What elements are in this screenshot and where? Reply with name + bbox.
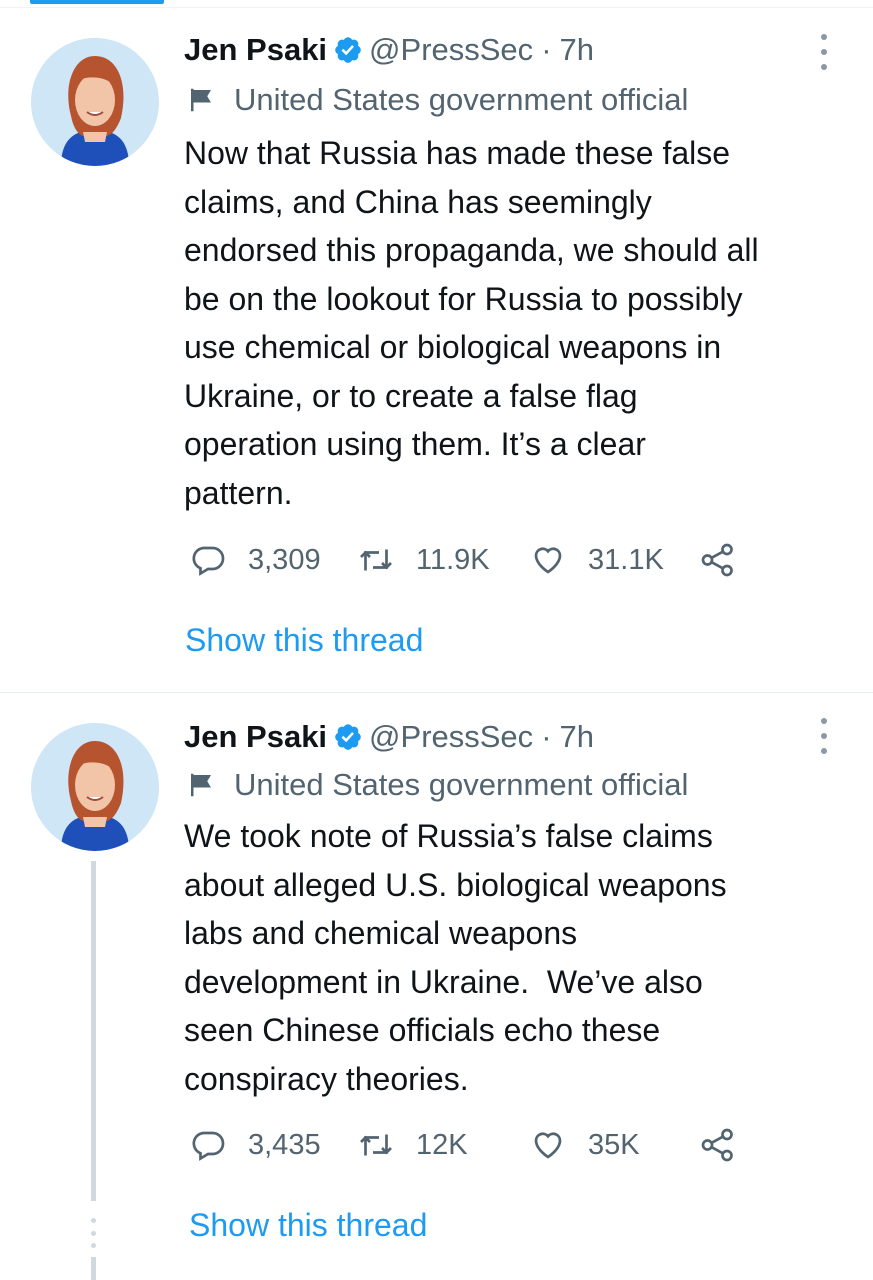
more-options-icon[interactable] xyxy=(815,34,833,70)
user-handle[interactable]: @PressSec xyxy=(369,32,533,68)
retweet-count: 11.9K xyxy=(416,543,490,576)
reply-button[interactable]: 3,309 xyxy=(190,540,321,580)
thread-connector-line xyxy=(91,861,96,1201)
show-thread-link[interactable]: Show this thread xyxy=(189,1207,427,1244)
avatar[interactable] xyxy=(31,723,159,851)
tweet-actions: 3,435 12K 35K xyxy=(190,1125,750,1165)
reply-button[interactable]: 3,435 xyxy=(190,1125,321,1165)
flag-icon xyxy=(191,88,211,112)
tweet[interactable]: Jen Psaki @PressSec · 7h United States g… xyxy=(0,693,873,1280)
verified-badge-icon xyxy=(333,722,363,752)
user-handle[interactable]: @PressSec xyxy=(369,719,533,755)
reply-count: 3,309 xyxy=(248,543,321,576)
more-options-icon[interactable] xyxy=(815,718,833,754)
tweet-text: Now that Russia has made these false cla… xyxy=(184,135,759,511)
reply-icon xyxy=(192,1131,225,1161)
display-name[interactable]: Jen Psaki xyxy=(184,719,327,755)
account-label: United States government official xyxy=(186,80,688,120)
like-button[interactable]: 35K xyxy=(530,1125,640,1165)
like-button[interactable]: 31.1K xyxy=(530,540,664,580)
separator: · xyxy=(541,32,552,67)
retweet-icon xyxy=(360,549,392,571)
retweet-icon xyxy=(360,1134,392,1156)
heart-icon xyxy=(534,547,562,574)
show-thread-link[interactable]: Show this thread xyxy=(185,622,423,659)
account-label-text: United States government official xyxy=(234,82,689,117)
verified-badge-icon xyxy=(333,35,363,65)
tweet-actions: 3,309 11.9K 31.1K xyxy=(190,540,750,580)
retweet-count: 12K xyxy=(416,1128,468,1161)
thread-gap-dots-icon xyxy=(89,1218,97,1248)
display-name[interactable]: Jen Psaki xyxy=(184,32,327,68)
share-icon xyxy=(701,1128,733,1162)
timestamp[interactable]: 7h xyxy=(560,32,594,68)
tweet-text: We took note of Russia’s false claims ab… xyxy=(184,818,727,1097)
share-button[interactable] xyxy=(700,1125,736,1165)
reply-count: 3,435 xyxy=(248,1128,321,1161)
heart-icon xyxy=(534,1132,562,1159)
share-button[interactable] xyxy=(700,540,736,580)
account-label-text: United States government official xyxy=(234,767,689,802)
timestamp[interactable]: 7h xyxy=(560,719,594,755)
thread-connector-line xyxy=(91,1257,96,1280)
retweet-button[interactable]: 11.9K xyxy=(358,540,490,580)
reply-icon xyxy=(192,546,225,576)
separator: · xyxy=(541,719,552,754)
retweet-button[interactable]: 12K xyxy=(358,1125,468,1165)
like-count: 35K xyxy=(588,1128,640,1161)
tweet-header: Jen Psaki @PressSec · 7h xyxy=(184,717,594,757)
like-count: 31.1K xyxy=(588,543,664,576)
share-icon xyxy=(701,543,733,577)
tweet[interactable]: Jen Psaki @PressSec · 7h United States g… xyxy=(0,0,873,693)
tweet-header: Jen Psaki @PressSec · 7h xyxy=(184,30,594,70)
account-label: United States government official xyxy=(186,765,688,805)
avatar[interactable] xyxy=(31,38,159,166)
flag-icon xyxy=(191,773,211,797)
